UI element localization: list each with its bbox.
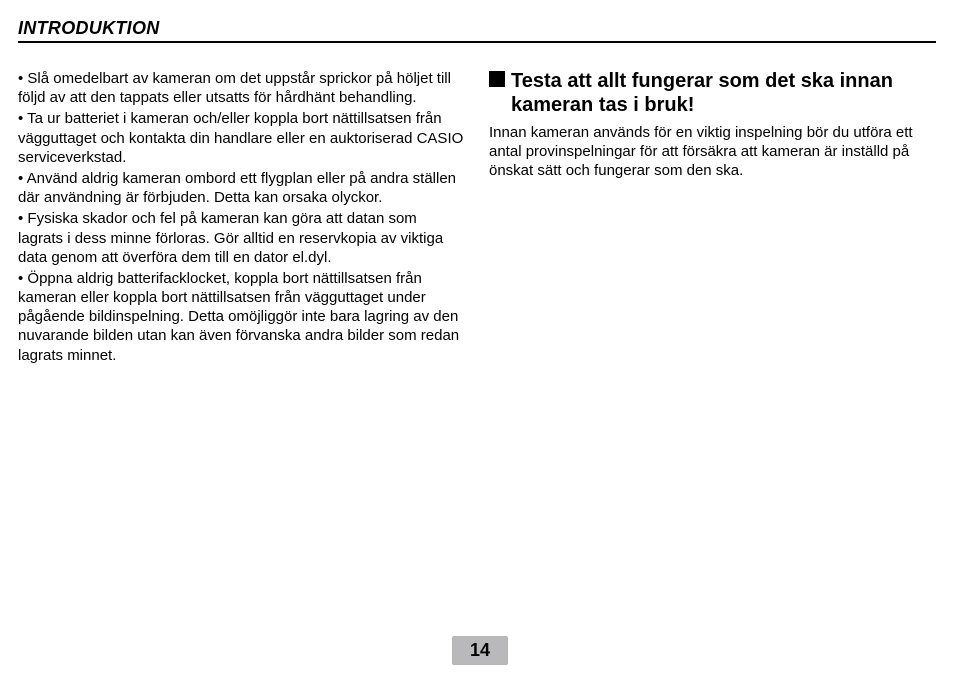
list-item: • Använd aldrig kameran ombord ett flygp…: [18, 169, 465, 207]
list-item: • Slå omedelbart av kameran om det uppst…: [18, 69, 465, 107]
bullet-dot-icon: •: [18, 110, 27, 127]
section-body: Innan kameran används för en viktig insp…: [489, 123, 936, 181]
section-heading: Testa att allt fungerar som det ska inna…: [489, 69, 936, 117]
list-item-text: Öppna aldrig batterifacklocket, koppla b…: [18, 270, 459, 364]
bullet-dot-icon: •: [18, 70, 27, 87]
list-item: • Öppna aldrig batterifacklocket, koppla…: [18, 269, 465, 365]
bullet-dot-icon: •: [18, 270, 27, 287]
square-bullet-icon: [489, 71, 505, 87]
list-item: • Fysiska skador och fel på kameran kan …: [18, 209, 465, 267]
page-number-container: 14: [0, 636, 960, 665]
page-header-title: INTRODUKTION: [18, 18, 936, 39]
page-number: 14: [452, 636, 508, 665]
heading-text-line2: kameran tas i bruk!: [489, 93, 936, 117]
left-column: • Slå omedelbart av kameran om det uppst…: [18, 69, 465, 367]
heading-text-line1: Testa att allt fungerar som det ska inna…: [511, 70, 893, 92]
list-item-text: Använd aldrig kameran ombord ett flygpla…: [18, 170, 456, 206]
header-divider: [18, 41, 936, 43]
list-item-text: Slå omedelbart av kameran om det uppstår…: [18, 70, 451, 106]
content-columns: • Slå omedelbart av kameran om det uppst…: [18, 69, 936, 367]
bullet-dot-icon: •: [18, 170, 27, 187]
list-item-text: Fysiska skador och fel på kameran kan gö…: [18, 210, 443, 265]
document-page: INTRODUKTION • Slå omedelbart av kameran…: [0, 0, 960, 687]
bullet-dot-icon: •: [18, 210, 27, 227]
right-column: Testa att allt fungerar som det ska inna…: [489, 69, 936, 367]
list-item: • Ta ur batteriet i kameran och/eller ko…: [18, 109, 465, 167]
list-item-text: Ta ur batteriet i kameran och/eller kopp…: [18, 110, 463, 165]
